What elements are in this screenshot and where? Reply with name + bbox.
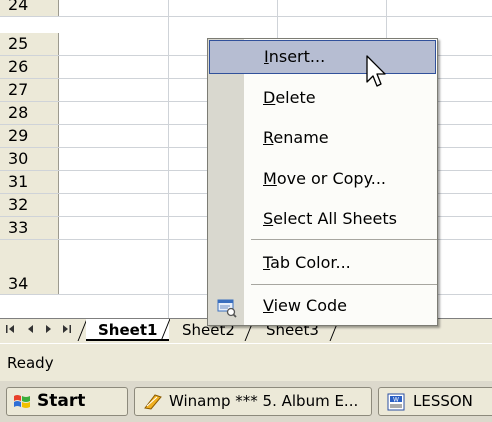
menu-item-accelerator: M [263, 169, 277, 188]
grid-row[interactable]: 24 [0, 0, 492, 17]
menu-item-accelerator: S [263, 209, 274, 228]
next-sheet-button[interactable] [43, 322, 53, 340]
row-header[interactable]: 34 [0, 240, 59, 294]
menu-separator [251, 239, 437, 240]
menu-item-label: iew Code [273, 296, 348, 315]
menu-item-label: ove or Copy... [276, 169, 387, 188]
first-sheet-button[interactable] [5, 322, 17, 340]
view-code-icon [217, 296, 237, 330]
row-header[interactable]: 26 [0, 56, 59, 78]
row-header[interactable]: 24 [0, 0, 59, 16]
word-document-icon: W [387, 393, 405, 415]
tab-sheet1[interactable]: Sheet1 [86, 319, 170, 341]
windows-logo-icon [13, 393, 31, 420]
menu-item-label: elete [275, 88, 316, 107]
row-header[interactable]: 29 [0, 125, 59, 147]
status-text: Ready [7, 354, 54, 372]
mouse-pointer-icon [366, 55, 388, 93]
row-header[interactable]: 31 [0, 171, 59, 193]
next-sheet-icon [46, 325, 51, 333]
taskbar-button-label: Winamp *** 5. Album E... [169, 392, 359, 410]
sheet-tab-context-menu: Insert... Delete Rename Move or Copy... … [207, 38, 438, 326]
menu-item-move-or-copy[interactable]: Move or Copy... [208, 162, 437, 196]
menu-item-delete[interactable]: Delete [208, 81, 437, 115]
prev-sheet-icon [28, 325, 33, 333]
menu-item-insert[interactable]: Insert... [209, 40, 436, 74]
first-sheet-icon [6, 325, 14, 333]
menu-item-label: ename [273, 128, 329, 147]
menu-item-label: nsert... [268, 47, 326, 66]
menu-item-view-code[interactable]: View Code [208, 289, 437, 323]
row-header[interactable]: 32 [0, 194, 59, 216]
start-button[interactable]: Start [6, 387, 128, 416]
prev-sheet-button[interactable] [26, 322, 36, 340]
menu-separator [251, 284, 437, 285]
start-label: Start [37, 391, 86, 411]
taskbar-button-label: LESSON [413, 392, 473, 410]
taskbar-button-lesson[interactable]: W LESSON [378, 387, 492, 416]
menu-item-rename[interactable]: Rename [208, 121, 437, 155]
menu-item-tab-color[interactable]: Tab Color... [208, 246, 437, 280]
row-header[interactable]: 27 [0, 79, 59, 101]
menu-item-accelerator: V [263, 296, 274, 315]
svg-text:W: W [393, 397, 399, 404]
row-header[interactable]: 25 [0, 33, 59, 55]
row-header[interactable]: 33 [0, 217, 59, 239]
last-sheet-button[interactable] [60, 322, 72, 340]
menu-item-accelerator: D [263, 88, 276, 107]
winamp-icon [143, 393, 163, 415]
last-sheet-icon [63, 325, 71, 333]
menu-item-select-all-sheets[interactable]: Select All Sheets [208, 202, 437, 236]
row-header[interactable]: 30 [0, 148, 59, 170]
row-header[interactable]: 28 [0, 102, 59, 124]
menu-item-label: elect All Sheets [273, 209, 397, 228]
taskbar-button-winamp[interactable]: Winamp *** 5. Album E... [134, 387, 372, 416]
windows-taskbar: Start Winamp *** 5. Album E... W LESSON [0, 381, 492, 422]
status-bar: Ready [0, 343, 492, 381]
menu-item-accelerator: R [263, 128, 274, 147]
column-gridline [168, 0, 169, 318]
menu-item-label: ab Color... [270, 253, 351, 272]
